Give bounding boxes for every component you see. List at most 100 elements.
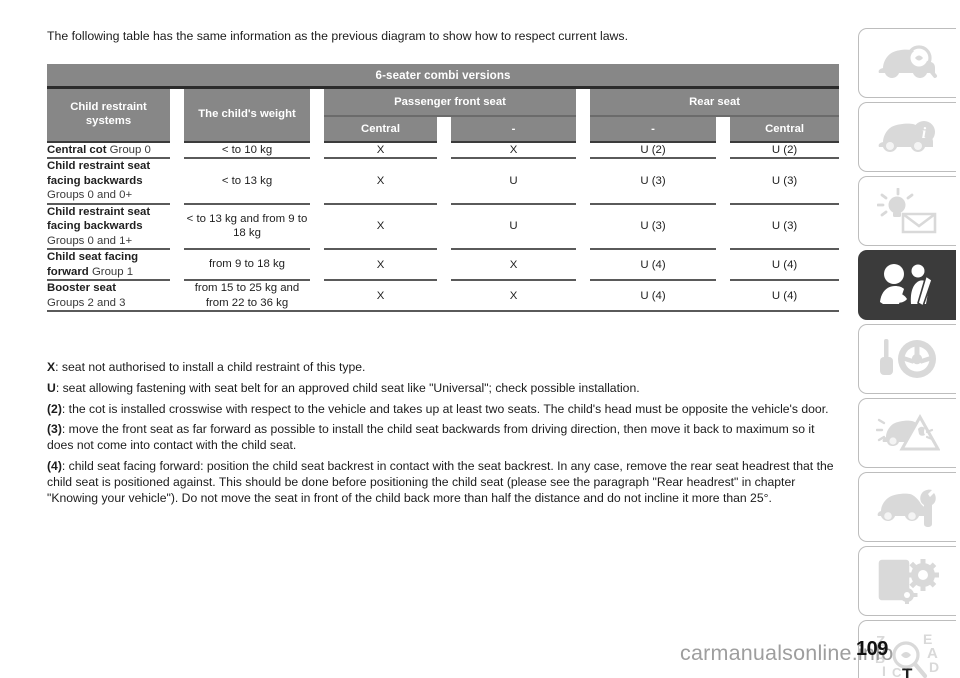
row-restraint-name: Booster seat Groups 2 and 3 xyxy=(47,279,170,311)
sidebar-tab-car-magnifier[interactable] xyxy=(858,28,956,98)
row-rear-central: U (4) xyxy=(730,248,840,281)
legend-note4-text: : child seat facing forward: position th… xyxy=(47,458,834,505)
sidebar-tab-starting-driving[interactable] xyxy=(858,324,956,394)
legend-note4-key: (4) xyxy=(47,458,62,473)
row-rear-central: U (3) xyxy=(730,157,840,204)
legend-u-key: U xyxy=(47,380,56,395)
car-info-icon: i xyxy=(877,116,939,158)
subheader-front-dash: - xyxy=(451,116,576,142)
header-child-restraint-systems: Child restraint systems xyxy=(47,89,170,142)
row-name-bold: Child restraint seat facing backwards xyxy=(47,205,151,233)
legend-note2-key: (2) xyxy=(47,401,62,416)
row-front-dash: X xyxy=(451,279,576,311)
column-gap xyxy=(310,158,324,204)
column-gap xyxy=(170,203,184,250)
subheader-rear-central: Central xyxy=(730,116,840,142)
table-group-header-row: Child restraint systems The child's weig… xyxy=(47,89,840,142)
row-weight: < to 10 kg xyxy=(184,140,310,159)
column-gap xyxy=(716,203,730,250)
column-gap xyxy=(576,249,590,281)
sidebar-tab-specifications[interactable] xyxy=(858,546,956,616)
column-gap xyxy=(576,203,590,250)
manual-page: The following table has the same informa… xyxy=(0,0,960,678)
column-gap xyxy=(576,141,590,159)
car-magnifier-icon xyxy=(877,42,939,84)
legend-note3-key: (3) xyxy=(47,422,62,437)
row-weight: < to 13 kg and from 9 to 18 kg xyxy=(184,202,310,250)
row-name-group: Group 0 xyxy=(106,143,151,156)
legend-note-3: (3): move the front seat as far forward … xyxy=(47,422,840,454)
column-gap xyxy=(437,203,451,250)
row-rear-dash: U (4) xyxy=(590,248,716,281)
column-gap xyxy=(310,249,324,281)
column-gap xyxy=(170,141,184,159)
row-front-central: X xyxy=(324,202,437,250)
legend-x: X: seat not authorised to install a chil… xyxy=(47,360,840,376)
row-front-central: X xyxy=(324,248,437,281)
column-gap xyxy=(716,158,730,204)
row-front-central: X xyxy=(324,279,437,311)
row-rear-central: U (4) xyxy=(730,279,840,311)
row-restraint-name: Child restraint seat facing backwards Gr… xyxy=(47,157,170,204)
row-weight: from 9 to 18 kg xyxy=(184,248,310,281)
table-bottom-rule-row xyxy=(47,310,840,313)
row-rear-central: U (3) xyxy=(730,202,840,250)
row-rear-dash: U (2) xyxy=(590,140,716,159)
subheader-rear-dash: - xyxy=(590,116,716,142)
sidebar-tab-maintenance[interactable] xyxy=(858,472,956,542)
sidebar-tab-child-safety[interactable] xyxy=(858,250,956,320)
column-gap xyxy=(310,141,324,159)
legend-note-4: (4): child seat facing forward: position… xyxy=(47,459,840,506)
row-restraint-name: Central cot Group 0 xyxy=(47,140,170,159)
row-front-central: X xyxy=(324,157,437,204)
column-gap xyxy=(437,141,451,159)
svg-text:i: i xyxy=(921,125,926,142)
header-rear-seat: Rear seat xyxy=(590,89,840,115)
legend-u-text: : seat allowing fastening with seat belt… xyxy=(55,380,640,395)
sidebar-tab-emergency[interactable] xyxy=(858,398,956,468)
svg-text:D: D xyxy=(929,659,939,675)
row-rear-central: U (2) xyxy=(730,140,840,159)
intro-paragraph: The following table has the same informa… xyxy=(47,29,628,43)
column-gap xyxy=(170,89,184,142)
column-gap xyxy=(310,203,324,250)
column-gap xyxy=(716,280,730,311)
column-gap xyxy=(576,158,590,204)
row-rear-dash: U (3) xyxy=(590,202,716,250)
child-safety-seatbelt-icon xyxy=(877,262,939,308)
column-gap xyxy=(576,89,590,142)
row-restraint-name: Child seat facing forward Group 1 xyxy=(47,248,170,281)
column-gap xyxy=(170,280,184,311)
legend-u: U: seat allowing fastening with seat bel… xyxy=(47,381,840,397)
sidebar-tab-car-info[interactable]: i xyxy=(858,102,956,172)
row-weight: < to 13 kg xyxy=(184,157,310,204)
warning-light-envelope-icon xyxy=(876,188,939,234)
chapter-tabs-sidebar: i Z E B A I C D T xyxy=(858,28,956,678)
column-gap xyxy=(576,280,590,311)
column-gap xyxy=(170,158,184,204)
table-row: Central cot Group 0 < to 10 kg X X U (2)… xyxy=(47,140,840,159)
row-front-dash: X xyxy=(451,248,576,281)
table-row: Child restraint seat facing backwards Gr… xyxy=(47,202,840,250)
column-gap xyxy=(716,116,730,142)
row-weight: from 15 to 25 kg and from 22 to 36 kg xyxy=(184,279,310,311)
row-front-dash: U xyxy=(451,157,576,204)
column-gap xyxy=(437,249,451,281)
row-rear-dash: U (3) xyxy=(590,157,716,204)
row-name-bold: Child restraint seat facing backwards xyxy=(47,160,151,187)
table-bottom-rule xyxy=(47,310,840,313)
row-name-group: Groups 0 and 1+ xyxy=(47,234,133,247)
column-gap xyxy=(437,280,451,311)
table-row: Child restraint seat facing backwards Gr… xyxy=(47,157,840,204)
header-childs-weight: The child's weight xyxy=(184,89,310,142)
table-row: Booster seat Groups 2 and 3 from 15 to 2… xyxy=(47,279,840,311)
table-row: Child seat facing forward Group 1 from 9… xyxy=(47,248,840,281)
column-gap xyxy=(716,249,730,281)
legend-note-2: (2): the cot is installed crosswise with… xyxy=(47,402,840,418)
row-name-bold: Central cot xyxy=(47,143,107,156)
sidebar-tab-warning-lights[interactable] xyxy=(858,176,956,246)
legend-x-text: : seat not authorised to install a child… xyxy=(55,360,366,374)
specifications-gears-icon xyxy=(877,558,939,604)
legend-note3-text: : move the front seat as far forward as … xyxy=(47,422,815,453)
column-gap xyxy=(170,249,184,281)
